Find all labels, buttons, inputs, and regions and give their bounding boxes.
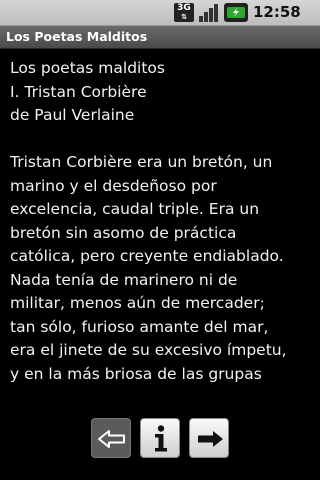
info-button[interactable] <box>140 418 180 458</box>
network-3g-icon: 3G ⇅ <box>174 3 194 22</box>
body-line: y en la más briosa de las grupas <box>10 364 262 383</box>
body-line: Tristan Corbière era un bretón, un <box>10 153 273 171</box>
body-line: era el jinete de su excesivo ímpetu, <box>10 341 287 359</box>
info-icon <box>155 425 167 452</box>
previous-page-button[interactable] <box>91 418 131 458</box>
body-line: bretón sin asomo de práctica <box>10 223 237 242</box>
status-clock: 12:58 PM <box>253 2 320 42</box>
app-title: Los Poetas Malditos <box>6 29 148 44</box>
body-line: Nada tenía de marinero ni de <box>10 270 238 289</box>
battery-icon <box>224 3 248 22</box>
body-line: tan sólo, furioso amante del mar, <box>10 317 269 336</box>
signal-strength-icon <box>198 3 220 22</box>
next-page-button[interactable] <box>189 418 229 458</box>
arrow-right-icon <box>198 431 223 447</box>
reading-content: Los poetas malditos I. Tristan Corbière … <box>10 57 316 386</box>
app-title-bar: Los Poetas Malditos <box>0 26 320 49</box>
body-line: católica, pero creyente endiablado. <box>10 247 284 265</box>
heading-line-2: I. Tristan Corbière <box>10 82 147 101</box>
body-line: marino y el desdeñoso por <box>10 176 217 195</box>
network-label: 3G <box>177 3 191 13</box>
status-bar: 3G ⇅ 12:58 PM <box>0 0 320 42</box>
body-line: militar, menos aún de mercader; <box>10 294 265 312</box>
heading-line-1: Los poetas malditos <box>10 59 165 77</box>
clock-time: 12:58 <box>253 3 301 21</box>
heading-line-3: de Paul Verlaine <box>10 106 135 124</box>
arrow-left-icon <box>98 430 125 448</box>
body-line: excelencia, caudal triple. Era un <box>10 200 260 218</box>
